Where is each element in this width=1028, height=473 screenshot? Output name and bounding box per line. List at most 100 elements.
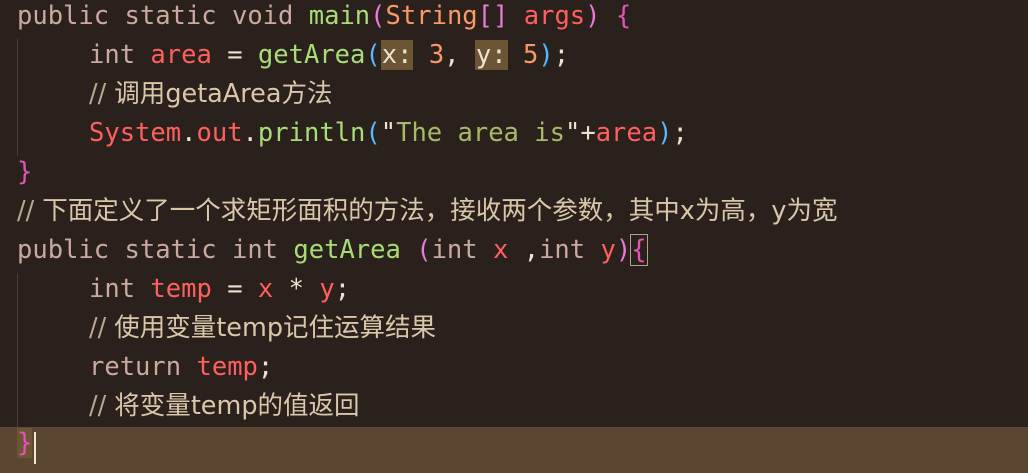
code-token: 使用变量 [114,313,217,343]
code-token: y [319,274,335,304]
code-token: int [539,235,586,265]
code-token: ) [538,40,554,70]
code-line-content: } [17,427,33,460]
code-token: area [150,40,212,70]
code-line-content: System.out.println("The area is"+area); [17,117,688,150]
code-token: out [196,118,243,148]
code-token: = [211,274,258,304]
code-token: main [308,1,371,31]
code-token: // [89,313,115,343]
code-token: ( [416,235,432,265]
code-line-content: return temp; [17,351,273,384]
code-token: , [508,235,540,265]
code-token: int [89,40,136,70]
code-token: + [580,118,596,148]
code-line[interactable]: public static int getArea (int x ,int y)… [0,234,1028,273]
code-line-content: int area = getArea(x: 3, y: 5); [17,39,569,72]
code-token: The area is [396,118,565,148]
code-token: getaArea [165,79,282,109]
code-line[interactable]: return temp; [0,351,1028,390]
code-token: ) [585,1,601,31]
code-token: // [89,391,115,421]
code-token: y [600,235,616,265]
code-token: 方法 [281,79,333,109]
code-line-content: // 下面定义了一个求矩形面积的方法，接收两个参数，其中x为高，y为宽 [17,195,837,228]
code-token: ) [615,235,632,265]
code-line[interactable]: } [0,156,1028,195]
code-line-content: int temp = x * y; [17,273,350,306]
code-token: ) [657,118,673,148]
code-token: println [257,118,366,148]
code-editor[interactable]: public static void main(String[] args) {… [0,0,1028,473]
code-line-content: public static int getArea (int x ,int y)… [17,234,648,267]
code-token: args [523,1,586,31]
code-token: ; [553,40,570,70]
code-line-content: } [17,156,32,189]
code-token: String [385,1,478,31]
code-token: 5 [522,40,539,70]
code-token: x [493,235,509,265]
code-line-content: // 使用变量temp记住运算结果 [17,312,436,345]
indent-guide [17,273,18,427]
code-token: temp [150,274,212,304]
code-token: ; [672,118,688,148]
code-token: ; [257,352,274,382]
code-line-content: // 将变量temp的值返回 [17,390,360,423]
code-line[interactable]: // 调用getaArea方法 [0,78,1028,117]
code-token: int [431,235,478,265]
code-line[interactable]: public static void main(String[] args) { [0,0,1028,39]
indent-guide [17,39,18,156]
code-token: public [17,1,110,31]
code-token: area [595,118,658,148]
code-token: // [17,196,43,226]
code-line[interactable]: int temp = x * y; [0,273,1028,312]
code-token: getArea [293,235,401,265]
code-token: x [257,274,274,304]
code-token: ; [334,274,351,304]
code-token: } [17,428,33,458]
code-token: } [17,157,33,187]
code-line[interactable]: System.out.println("The area is"+area); [0,117,1028,156]
code-line-content: public static void main(String[] args) { [17,0,631,33]
code-token: 的值返回 [257,391,360,421]
code-token: static [124,1,217,31]
code-token: , [444,40,475,70]
code-token: // [89,79,115,109]
code-line[interactable]: int area = getArea(x: 3, y: 5); [0,39,1028,78]
code-token: int [89,274,136,304]
code-token: 调用 [114,79,166,109]
code-token: public [17,235,110,265]
code-token: . [242,118,258,148]
code-line[interactable]: // 将变量temp的值返回 [0,390,1028,429]
code-token: * [273,274,320,304]
code-token: int [231,235,279,265]
code-token: return [89,352,182,382]
code-token: static [124,235,217,265]
code-token: temp [196,352,258,382]
code-line[interactable]: } [0,427,1028,473]
code-line[interactable]: // 使用变量temp记住运算结果 [0,312,1028,351]
code-token: " [564,118,581,148]
code-token: void [231,1,294,31]
code-line-content: // 调用getaArea方法 [17,78,333,111]
code-token: 将变量 [114,391,191,421]
code-token: { [615,1,632,31]
code-token: = [211,40,258,70]
code-line[interactable]: // 下面定义了一个求矩形面积的方法，接收两个参数，其中x为高，y为宽 [0,195,1028,234]
code-token: . [181,118,197,148]
code-token: 3 [428,40,445,70]
